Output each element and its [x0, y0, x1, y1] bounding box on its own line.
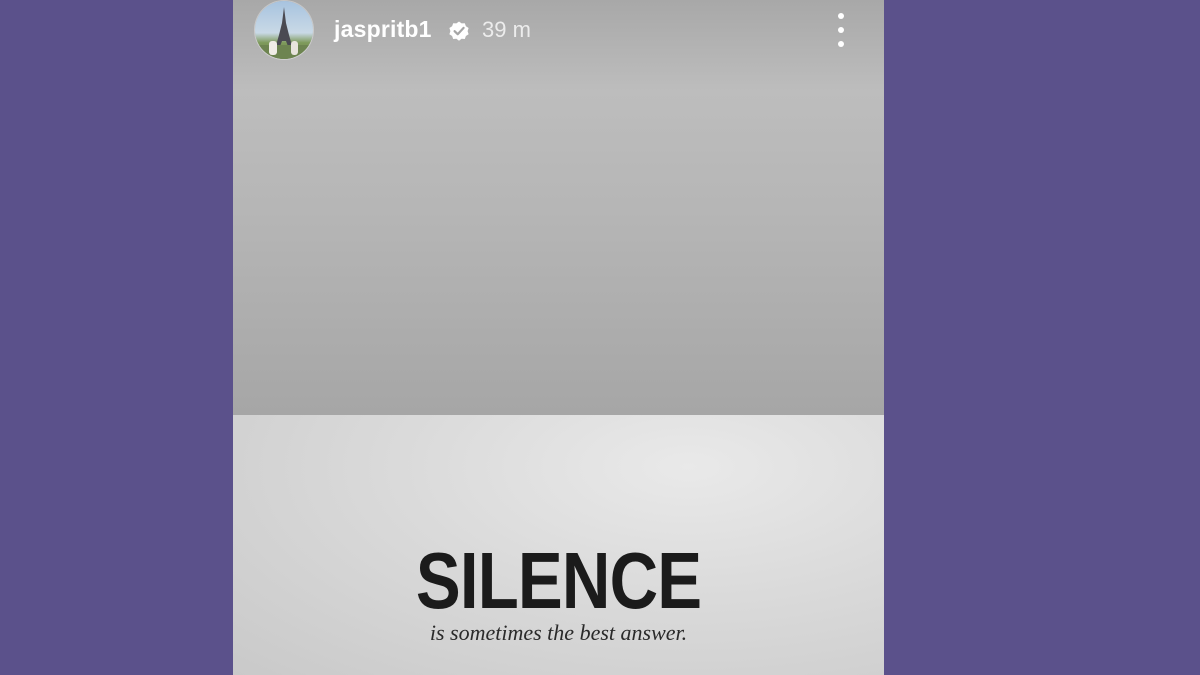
quote-title: SILENCE: [415, 536, 702, 625]
more-options-button[interactable]: [829, 10, 853, 50]
story-viewer[interactable]: jaspritb1 39 m SILENCE is sometimes the …: [233, 0, 884, 675]
quote-subtitle: is sometimes the best answer.: [429, 620, 688, 645]
story-gray-background: [233, 0, 884, 415]
verified-badge-icon: [449, 21, 469, 41]
more-vertical-icon: [838, 13, 844, 19]
eiffel-tower-icon: [255, 7, 313, 59]
page: jaspritb1 39 m SILENCE is sometimes the …: [0, 0, 1200, 675]
profile-avatar[interactable]: [255, 1, 313, 59]
post-time: 39 m: [482, 17, 531, 42]
story-header: jaspritb1 39 m: [233, 0, 884, 62]
username[interactable]: jaspritb1: [334, 16, 432, 43]
